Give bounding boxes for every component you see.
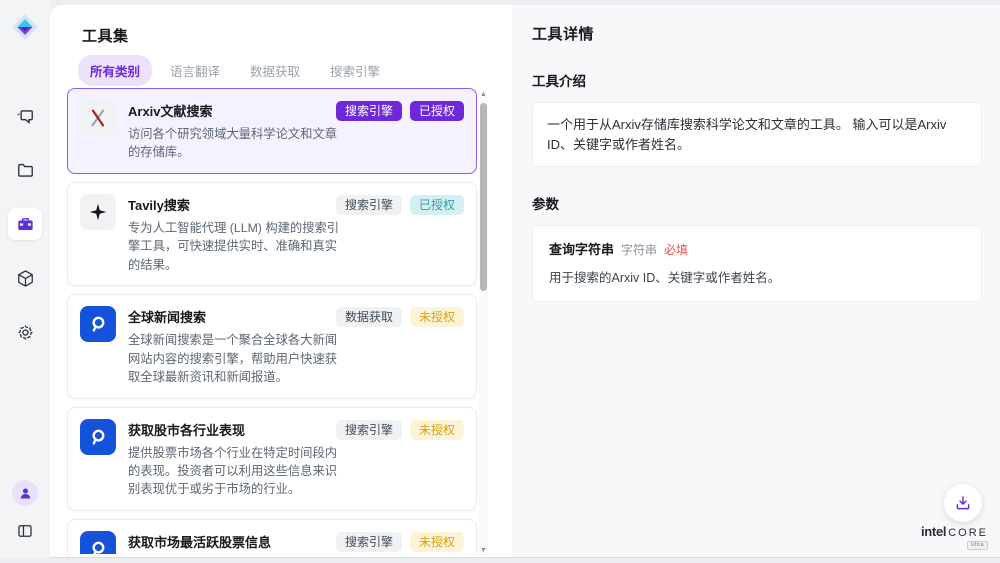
details-title: 工具详情 (532, 23, 982, 44)
arxiv-icon (87, 107, 109, 129)
sidebar-item-files[interactable] (8, 154, 42, 186)
rail-bottom (8, 480, 42, 544)
tool-card[interactable]: 全球新闻搜索 全球新闻搜索是一个聚合全球各大新闻网站内容的搜索引擎，帮助用户快速… (67, 294, 477, 398)
sidebar-item-models[interactable] (8, 262, 42, 294)
sidebar-item-settings[interactable] (8, 316, 42, 348)
parameter-header: 查询字符串 字符串 必填 (549, 239, 965, 258)
tools-panel-title: 工具集 (82, 25, 129, 46)
user-icon (18, 486, 33, 501)
sidebar-item-toolbox[interactable] (8, 208, 42, 240)
panel-toggle-button[interactable] (8, 518, 42, 544)
brand-intel-text: intel (921, 525, 946, 538)
tool-icon (80, 306, 116, 342)
download-button[interactable] (944, 484, 982, 522)
params-heading: 参数 (532, 193, 982, 213)
list-scrollbar[interactable]: ▲ ▼ (479, 90, 488, 556)
category-badge: 搜索引擎 (336, 101, 402, 121)
tab-label: 所有类别 (90, 65, 140, 79)
tool-icon (80, 194, 116, 230)
icon-rail (0, 0, 50, 558)
category-badge: 搜索引擎 (336, 532, 402, 552)
tool-card-description: 访问各个研究领域大量科学论文和文章的存储库。 (128, 125, 343, 162)
tab-3[interactable]: 数据获取 (238, 55, 312, 86)
cube-icon (16, 269, 35, 288)
auth-badge: 未授权 (410, 532, 464, 552)
auth-badge: 已授权 (410, 101, 464, 121)
news-search-icon (87, 313, 109, 335)
parameter-description: 用于搜索的Arxiv ID、关键字或作者姓名。 (549, 267, 965, 286)
user-avatar[interactable] (12, 480, 38, 506)
rail-nav (8, 100, 42, 348)
sidebar-item-chat[interactable] (8, 100, 42, 132)
gear-icon (16, 323, 35, 342)
category-badge: 搜索引擎 (336, 195, 402, 215)
tool-card-description: 提供股票市场各个行业在特定时间段内的表现。投资者可以利用这些信息来识别表现优于或… (128, 444, 343, 499)
auth-badge: 未授权 (410, 307, 464, 327)
category-tabs: 所有类别 语言翻译 数据获取 搜索引擎 (78, 55, 392, 86)
required-badge: 必填 (664, 241, 688, 258)
tools-panel: 工具集 所有类别 语言翻译 数据获取 搜索引擎 (50, 5, 512, 558)
parameter-name: 查询字符串 (549, 239, 614, 258)
parameter-type: 字符串 (621, 241, 657, 258)
news-search-icon (87, 426, 109, 448)
intel-core-logo: intel CORE Ultra (921, 525, 988, 550)
category-badge: 搜索引擎 (336, 420, 402, 440)
tool-card[interactable]: 获取股市各行业表现 提供股票市场各个行业在特定时间段内的表现。投资者可以利用这些… (67, 407, 477, 511)
tool-details-panel: 工具详情 工具介绍 一个用于从Arxiv存储库搜索科学论文和文章的工具。 输入可… (512, 5, 1000, 558)
tool-card-description: 专为人工智能代理 (LLM) 构建的搜索引擎工具，可快速提供实时、准确和真实的结… (128, 219, 343, 274)
tool-card-list: Arxiv文献搜索 访问各个研究领域大量科学论文和文章的存储库。 搜索引擎 已授… (67, 88, 477, 554)
tab-label: 搜索引擎 (330, 65, 380, 79)
diamond-logo-icon (11, 13, 39, 41)
intro-text-box: 一个用于从Arxiv存储库搜索科学论文和文章的工具。 输入可以是Arxiv ID… (532, 102, 982, 167)
brand-ultra-badge: Ultra (967, 541, 988, 550)
tavily-star-icon (87, 201, 109, 223)
auth-badge: 已授权 (410, 195, 464, 215)
tab-4[interactable]: 搜索引擎 (318, 55, 392, 86)
tool-card-description: 全球新闻搜索是一个聚合全球各大新闻网站内容的搜索引擎，帮助用户快速获取全球最新资… (128, 331, 343, 386)
chat-icon (16, 107, 35, 126)
main-window: 工具集 所有类别 语言翻译 数据获取 搜索引擎 (50, 5, 1000, 558)
tab-label: 数据获取 (250, 65, 300, 79)
tool-icon (80, 531, 116, 554)
parameter-card: 查询字符串 字符串 必填 用于搜索的Arxiv ID、关键字或作者姓名。 (532, 225, 982, 302)
tab-label: 语言翻译 (170, 65, 220, 79)
panel-toggle-icon (16, 522, 34, 540)
news-search-icon (87, 538, 109, 554)
download-icon (954, 494, 972, 512)
tab-1[interactable]: 所有类别 (78, 55, 152, 86)
auth-badge: 未授权 (410, 420, 464, 440)
app-logo[interactable] (10, 12, 40, 42)
briefcase-icon (16, 215, 35, 234)
intro-heading: 工具介绍 (532, 70, 982, 90)
tool-card[interactable]: Arxiv文献搜索 访问各个研究领域大量科学论文和文章的存储库。 搜索引擎 已授… (67, 88, 477, 174)
tool-card[interactable]: 获取市场最活跃股票信息 提供当天交易量最高的股票列表，投资者可以利用这些信息来识… (67, 519, 477, 554)
tab-2[interactable]: 语言翻译 (158, 55, 232, 86)
scroll-up-arrow[interactable]: ▲ (480, 90, 487, 100)
folder-icon (16, 161, 35, 180)
scroll-down-arrow[interactable]: ▼ (480, 546, 487, 556)
scrollbar-thumb[interactable] (480, 103, 487, 291)
tool-card[interactable]: Tavily搜索 专为人工智能代理 (LLM) 构建的搜索引擎工具，可快速提供实… (67, 182, 477, 286)
tool-icon (80, 100, 116, 136)
tool-icon (80, 419, 116, 455)
category-badge: 数据获取 (336, 307, 402, 327)
brand-core-text: CORE (948, 528, 988, 539)
